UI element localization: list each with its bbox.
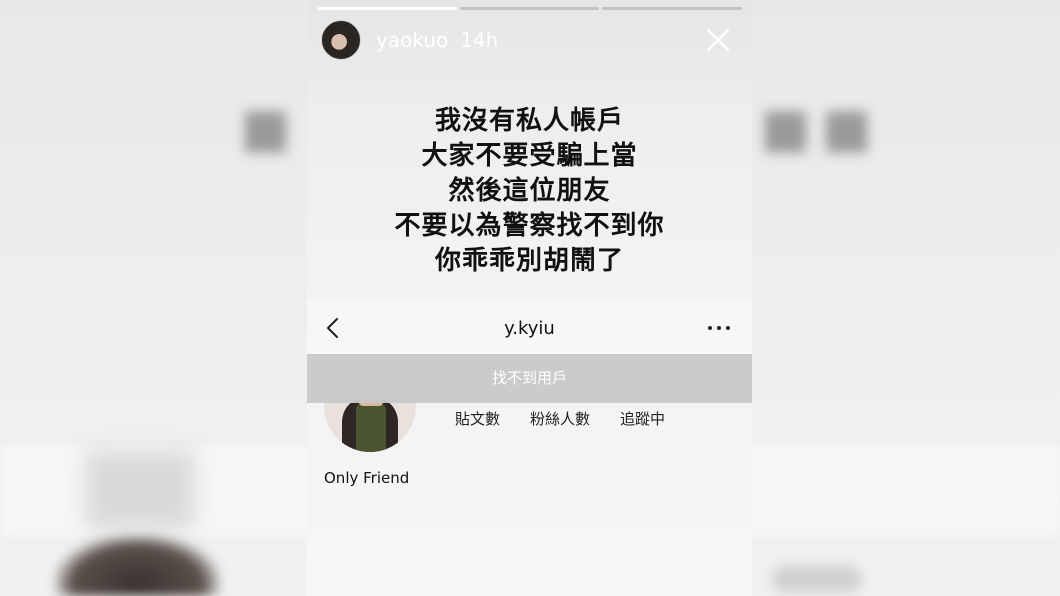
progress-segment [602,7,743,10]
profile-nav-bar: y.kyiu [307,300,752,356]
more-horizontal-icon[interactable] [708,326,730,332]
story-text-line: 大家不要受騙上當 [421,141,638,171]
story-text-line: 然後這位朋友 [448,176,611,206]
stat-following-label: 追蹤中 [620,410,666,428]
story-progress-bar [317,7,743,10]
story-text-line: 我沒有私人帳戶 [434,106,624,136]
profile-username: y.kyiu [504,318,555,339]
backdrop-photo-blur [55,535,220,596]
stat-followers-label: 粉絲人數 [530,410,591,428]
progress-fill [317,7,457,10]
backdrop-grey [85,450,195,530]
avatar[interactable] [321,20,361,60]
story-header: yaokuo 14h [321,20,742,60]
close-icon[interactable] [704,26,732,54]
story-text-line: 不要以為警察找不到你 [394,211,665,241]
progress-segment [459,7,600,10]
story-timestamp: 14h [460,28,499,52]
user-not-found-toast: 找不到用戶 [307,354,752,403]
profile-display-name: Only Friend [324,469,410,487]
backdrop-icon-blur [772,566,862,592]
story-text-line: 你乖乖別胡鬧了 [434,246,624,276]
backdrop-blur-text-right: ■■ [760,96,883,159]
profile-stats: 貼文數 粉絲人數 追蹤中 [455,408,665,429]
progress-segment [317,7,457,10]
stat-posts-label: 貼文數 [455,410,501,428]
story-username[interactable]: yaokuo [376,28,448,52]
story-viewer[interactable]: yaokuo 14h 我沒有私人帳戶 大家不要受騙上當 然後這位朋友 不要以為警… [307,0,752,596]
backdrop-blur-text-left: ■ [240,96,302,159]
story-text: 我沒有私人帳戶 大家不要受騙上當 然後這位朋友 不要以為警察找不到你 你乖乖別胡… [307,104,752,279]
